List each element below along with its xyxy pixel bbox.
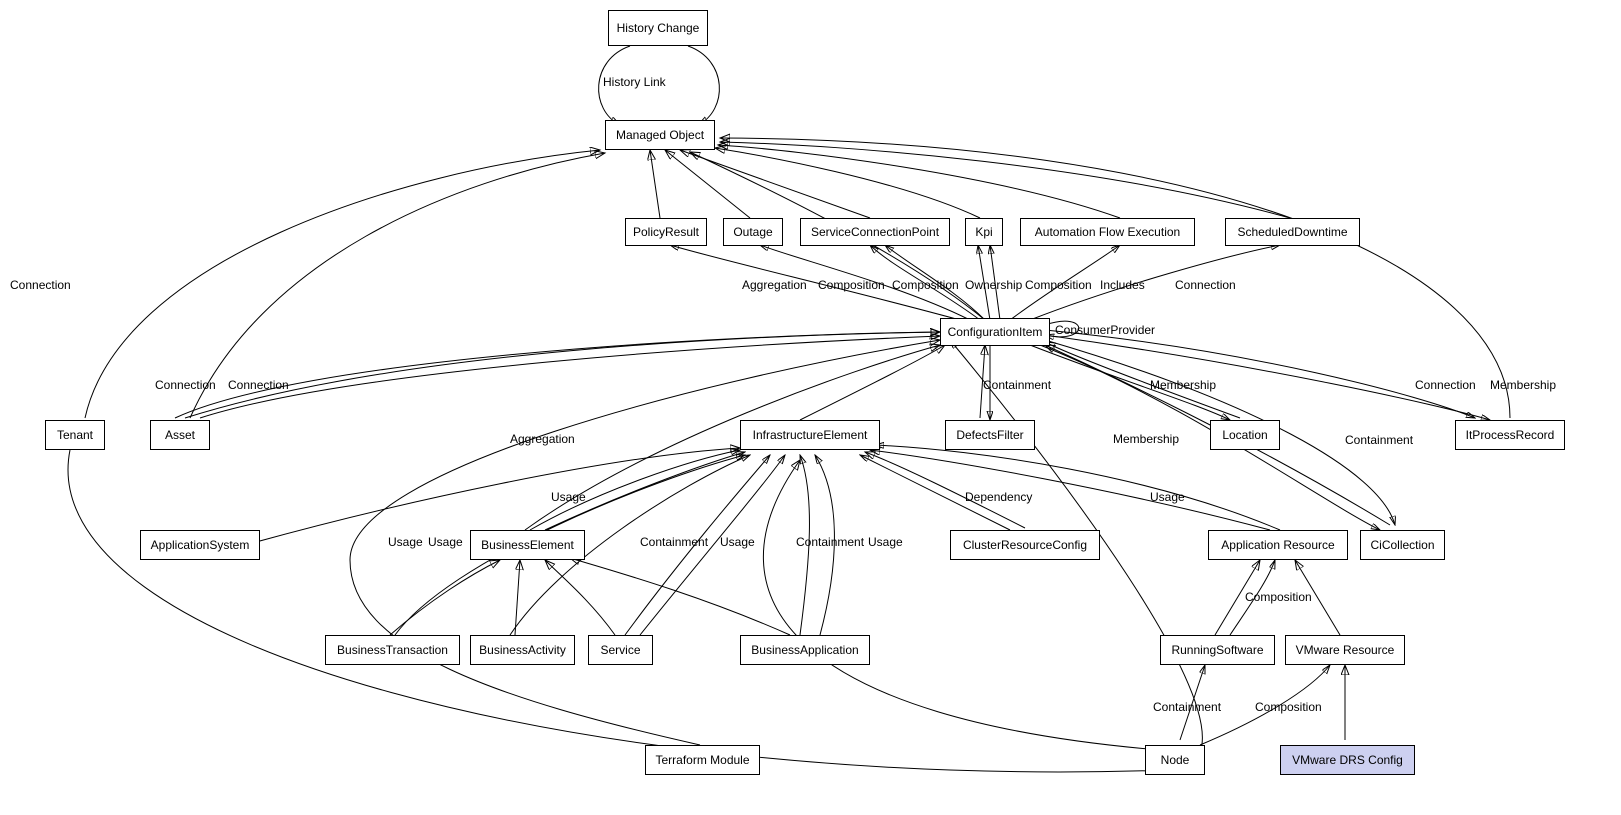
node-infrastructure-element[interactable]: InfrastructureElement bbox=[740, 420, 880, 450]
edge-label-connection-ipr: Connection bbox=[1415, 378, 1476, 392]
node-kpi[interactable]: Kpi bbox=[965, 218, 1003, 246]
node-business-application[interactable]: BusinessApplication bbox=[740, 635, 870, 665]
node-policy-result[interactable]: PolicyResult bbox=[625, 218, 707, 246]
node-business-activity[interactable]: BusinessActivity bbox=[470, 635, 575, 665]
node-label: CiCollection bbox=[1370, 538, 1434, 552]
edge-label-usage-ar: Usage bbox=[1150, 490, 1185, 504]
edge-label-usage-be: Usage bbox=[551, 490, 586, 504]
node-vmware-resource[interactable]: VMware Resource bbox=[1285, 635, 1405, 665]
node-label: Automation Flow Execution bbox=[1035, 225, 1180, 239]
node-terraform-module[interactable]: Terraform Module bbox=[645, 745, 760, 775]
node-ci-collection[interactable]: CiCollection bbox=[1360, 530, 1445, 560]
node-label: BusinessApplication bbox=[751, 643, 858, 657]
edge-label-dependency-crc: Dependency bbox=[965, 490, 1032, 504]
node-vmware-drs-config[interactable]: VMware DRS Config bbox=[1280, 745, 1415, 775]
edge-label-aggregation-pr: Aggregation bbox=[742, 278, 807, 292]
node-label: ApplicationSystem bbox=[151, 538, 250, 552]
edge-label-connection-asset2: Connection bbox=[228, 378, 289, 392]
edge-label-usage-ba: Usage bbox=[428, 535, 463, 549]
edge-label-consumer-provider: ConsumerProvider bbox=[1055, 323, 1155, 337]
edge-label-membership-ipr: Membership bbox=[1490, 378, 1556, 392]
node-label: ItProcessRecord bbox=[1466, 428, 1555, 442]
diagram-canvas: History Change Managed Object PolicyResu… bbox=[0, 0, 1621, 815]
node-service-connection-point[interactable]: ServiceConnectionPoint bbox=[800, 218, 950, 246]
node-label: Location bbox=[1222, 428, 1267, 442]
edge-label-includes-afe: Includes bbox=[1100, 278, 1145, 292]
node-business-element[interactable]: BusinessElement bbox=[470, 530, 585, 560]
edge-label-membership-cic: Membership bbox=[1113, 432, 1179, 446]
node-label: Tenant bbox=[57, 428, 93, 442]
node-label: Application Resource bbox=[1221, 538, 1334, 552]
node-history-change[interactable]: History Change bbox=[608, 10, 708, 46]
node-business-transaction[interactable]: BusinessTransaction bbox=[325, 635, 460, 665]
edge-label-containment-df: Containment bbox=[983, 378, 1051, 392]
edge-label-composition-scp: Composition bbox=[892, 278, 959, 292]
edge-label-usage-bapp: Usage bbox=[868, 535, 903, 549]
node-location[interactable]: Location bbox=[1210, 420, 1280, 450]
node-asset[interactable]: Asset bbox=[150, 420, 210, 450]
edge-label-containment-svc: Containment bbox=[640, 535, 708, 549]
edge-label-membership-loc: Membership bbox=[1150, 378, 1216, 392]
node-cluster-resource-config[interactable]: ClusterResourceConfig bbox=[950, 530, 1100, 560]
node-label: InfrastructureElement bbox=[753, 428, 868, 442]
node-label: ConfigurationItem bbox=[948, 325, 1043, 339]
node-application-resource[interactable]: Application Resource bbox=[1208, 530, 1348, 560]
node-application-system[interactable]: ApplicationSystem bbox=[140, 530, 260, 560]
edge-label-ownership-kpi: Ownership bbox=[965, 278, 1022, 292]
node-service[interactable]: Service bbox=[588, 635, 653, 665]
node-label: BusinessActivity bbox=[479, 643, 566, 657]
node-label: RunningSoftware bbox=[1171, 643, 1263, 657]
edge-label-connection-asset1: Connection bbox=[155, 378, 216, 392]
edge-label-usage-svc: Usage bbox=[720, 535, 755, 549]
node-label: BusinessElement bbox=[481, 538, 574, 552]
node-label: History Change bbox=[617, 21, 700, 35]
edge-label-containment-cic: Containment bbox=[1345, 433, 1413, 447]
node-label: ScheduledDowntime bbox=[1237, 225, 1347, 239]
edge-label-containment-node: Containment bbox=[1153, 700, 1221, 714]
node-label: BusinessTransaction bbox=[337, 643, 448, 657]
edges-layer bbox=[0, 0, 1621, 815]
node-label: Outage bbox=[733, 225, 772, 239]
edge-label-history-link: History Link bbox=[603, 75, 666, 89]
node-defects-filter[interactable]: DefectsFilter bbox=[945, 420, 1035, 450]
node-running-software[interactable]: RunningSoftware bbox=[1160, 635, 1275, 665]
node-configuration-item[interactable]: ConfigurationItem bbox=[940, 318, 1050, 346]
edge-label-composition-outage: Composition bbox=[818, 278, 885, 292]
node-scheduled-downtime[interactable]: ScheduledDowntime bbox=[1225, 218, 1360, 246]
node-label: ServiceConnectionPoint bbox=[811, 225, 939, 239]
edge-label-composition-rs: Composition bbox=[1245, 590, 1312, 604]
edge-label-containment-bapp: Containment bbox=[796, 535, 864, 549]
edge-label-connection-tenant: Connection bbox=[10, 278, 71, 292]
node-label: VMware Resource bbox=[1296, 643, 1395, 657]
node-label: ClusterResourceConfig bbox=[963, 538, 1087, 552]
edge-label-usage-bt: Usage bbox=[388, 535, 423, 549]
edge-label-aggregation-ie: Aggregation bbox=[510, 432, 575, 446]
node-node[interactable]: Node bbox=[1145, 745, 1205, 775]
node-label: Kpi bbox=[975, 225, 992, 239]
node-label: PolicyResult bbox=[633, 225, 699, 239]
edge-label-composition-kpi: Composition bbox=[1025, 278, 1092, 292]
node-label: DefectsFilter bbox=[956, 428, 1023, 442]
node-label: Managed Object bbox=[616, 128, 704, 142]
node-label: Asset bbox=[165, 428, 195, 442]
node-label: Terraform Module bbox=[655, 753, 749, 767]
node-label: Node bbox=[1161, 753, 1190, 767]
node-label: Service bbox=[600, 643, 640, 657]
node-outage[interactable]: Outage bbox=[723, 218, 783, 246]
node-it-process-record[interactable]: ItProcessRecord bbox=[1455, 420, 1565, 450]
node-managed-object[interactable]: Managed Object bbox=[605, 120, 715, 150]
node-label: VMware DRS Config bbox=[1292, 753, 1403, 767]
node-tenant[interactable]: Tenant bbox=[45, 420, 105, 450]
node-automation-flow-execution[interactable]: Automation Flow Execution bbox=[1020, 218, 1195, 246]
edge-label-connection-sd: Connection bbox=[1175, 278, 1236, 292]
edge-label-composition-vr: Composition bbox=[1255, 700, 1322, 714]
